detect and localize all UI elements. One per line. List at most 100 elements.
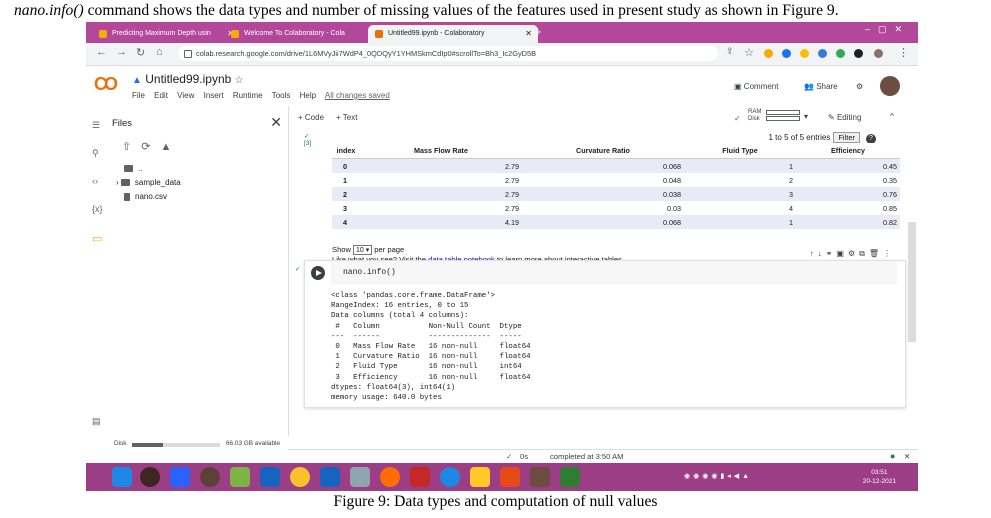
app-icon[interactable] bbox=[170, 467, 190, 487]
tab-untitled99[interactable]: Untitled99.ipynb - Colaboratory ✕ bbox=[368, 25, 538, 43]
file-item-nano-csv[interactable]: nano.csv bbox=[124, 192, 167, 201]
chevron-up-icon[interactable]: ^ bbox=[890, 112, 894, 121]
refresh-folder-icon[interactable]: ⟳ bbox=[141, 141, 160, 153]
system-tray-icons[interactable]: ◉◉◉◉▮◂◀▲ bbox=[684, 472, 752, 480]
terminal-icon[interactable]: ▤ bbox=[92, 416, 101, 427]
puzzle-icon[interactable] bbox=[854, 49, 863, 58]
new-tab-button[interactable]: + bbox=[534, 24, 542, 39]
app-icon[interactable] bbox=[230, 467, 250, 487]
forward-arrow-icon[interactable]: → bbox=[116, 46, 127, 58]
arrow-down-icon[interactable]: ↓ bbox=[818, 249, 826, 258]
extension-icon[interactable] bbox=[818, 49, 827, 58]
avatar[interactable] bbox=[880, 76, 900, 96]
col-header[interactable]: Fluid Type bbox=[684, 143, 796, 159]
menu-help[interactable]: Help bbox=[300, 91, 316, 100]
share-button[interactable]: 👥 Share bbox=[804, 82, 838, 91]
colab-favicon-icon bbox=[375, 30, 383, 38]
menu-edit[interactable]: Edit bbox=[154, 91, 168, 100]
tab-predicting[interactable]: Predicting Maximum Depth usin ✕ bbox=[92, 25, 240, 43]
back-arrow-icon[interactable]: ← bbox=[96, 46, 107, 58]
gear-icon[interactable]: ⚙ bbox=[856, 82, 863, 91]
url-bar[interactable]: colab.research.google.com/drive/1L6MVyJi… bbox=[178, 46, 718, 61]
caption-text: command shows the data types and number … bbox=[83, 2, 839, 19]
col-header[interactable]: Efficiency bbox=[796, 143, 900, 159]
excel-icon[interactable] bbox=[560, 467, 580, 487]
code-editor[interactable]: nano.info() bbox=[331, 261, 897, 285]
extension-icon[interactable] bbox=[836, 49, 845, 58]
mirror-icon[interactable]: ⧉ bbox=[859, 249, 869, 258]
home-icon[interactable]: ⌂ bbox=[156, 46, 163, 58]
gear-icon[interactable]: ⚙ bbox=[848, 249, 859, 258]
extension-icon[interactable] bbox=[782, 49, 791, 58]
trash-icon[interactable]: 🗑 bbox=[869, 249, 883, 258]
hp-icon[interactable] bbox=[200, 467, 220, 487]
add-code-button[interactable]: + Code bbox=[298, 113, 324, 122]
app-icon[interactable] bbox=[440, 467, 460, 487]
upload-icon[interactable]: ⇧ bbox=[122, 141, 141, 153]
firefox-icon[interactable] bbox=[380, 467, 400, 487]
variables-icon[interactable]: {x} bbox=[92, 204, 103, 214]
more-vert-icon[interactable]: ⋮ bbox=[883, 249, 895, 258]
arrow-up-icon[interactable]: ↑ bbox=[810, 249, 818, 258]
close-icon[interactable]: ✕ bbox=[904, 452, 910, 461]
chevron-down-icon[interactable]: ▾ bbox=[804, 112, 808, 121]
search-icon[interactable]: ⚲ bbox=[92, 148, 99, 159]
col-header[interactable]: Curvature Ratio bbox=[522, 143, 684, 159]
extension-icon[interactable] bbox=[764, 49, 773, 58]
colab-header: CO ▲ Untitled99.ipynb ☆ File Edit View I… bbox=[86, 66, 918, 106]
star-icon[interactable]: ☆ bbox=[744, 46, 754, 59]
close-icon[interactable]: ✕ bbox=[270, 114, 282, 131]
app-icon[interactable] bbox=[350, 467, 370, 487]
scrollbar[interactable] bbox=[908, 222, 916, 342]
comment-icon: ▣ bbox=[734, 82, 742, 91]
chrome-icon[interactable] bbox=[290, 467, 310, 487]
file-item-sample-data[interactable]: › sample_data bbox=[116, 178, 181, 187]
window-controls[interactable]: –▢✕ bbox=[865, 24, 910, 35]
app-icon[interactable] bbox=[410, 467, 430, 487]
app-icon[interactable] bbox=[530, 467, 550, 487]
colab-logo[interactable]: CO bbox=[94, 74, 118, 95]
save-status-link[interactable]: All changes saved bbox=[325, 91, 390, 100]
col-header[interactable]: index bbox=[332, 143, 360, 159]
more-vert-icon[interactable]: ⋮ bbox=[898, 46, 909, 59]
add-text-button[interactable]: + Text bbox=[336, 113, 357, 122]
file-item-parent[interactable]: .. bbox=[124, 164, 142, 173]
clock[interactable]: 03:51 20-12-2021 bbox=[863, 468, 896, 486]
table-row: 1 2.79 0.048 2 0.35 bbox=[343, 175, 897, 185]
drive-mount-icon[interactable]: ▲ bbox=[160, 141, 181, 153]
menu-file[interactable]: File bbox=[132, 91, 145, 100]
notebook-title[interactable]: ▲ Untitled99.ipynb ☆ bbox=[132, 72, 244, 86]
powerpoint-icon[interactable] bbox=[500, 467, 520, 487]
menu-view[interactable]: View bbox=[177, 91, 194, 100]
reload-icon[interactable]: ↻ bbox=[136, 46, 145, 59]
page-size-select[interactable]: 10 ▾ bbox=[353, 245, 373, 255]
share-page-icon[interactable]: ⇪ bbox=[726, 46, 734, 57]
ie-icon[interactable] bbox=[112, 467, 132, 487]
menu-tools[interactable]: Tools bbox=[272, 91, 291, 100]
link-icon[interactable]: ⚭ bbox=[826, 249, 837, 258]
col-header[interactable]: Mass Flow Rate bbox=[360, 143, 522, 159]
folder-icon[interactable]: ▭ bbox=[92, 232, 102, 245]
toc-icon[interactable]: ☰ bbox=[92, 120, 100, 131]
menu-insert[interactable]: Insert bbox=[204, 91, 224, 100]
app-icon[interactable] bbox=[140, 467, 160, 487]
comment-icon[interactable]: ▣ bbox=[836, 249, 848, 258]
resources-indicator[interactable]: RAM Disk bbox=[748, 109, 761, 123]
word-icon[interactable] bbox=[320, 467, 340, 487]
editing-mode[interactable]: ✎ Editing bbox=[828, 113, 861, 122]
tab-label: Welcome To Colaboratory - Cola bbox=[244, 30, 345, 37]
status-bar: ✓ 0s completed at 3:50 AM ● ✕ bbox=[288, 449, 918, 464]
run-button[interactable] bbox=[311, 266, 325, 280]
tab-label: Untitled99.ipynb - Colaboratory bbox=[388, 30, 485, 37]
folder-icon[interactable] bbox=[470, 467, 490, 487]
menu-runtime[interactable]: Runtime bbox=[233, 91, 263, 100]
app-icon[interactable] bbox=[260, 467, 280, 487]
close-icon[interactable]: ✕ bbox=[525, 25, 532, 43]
star-icon[interactable]: ☆ bbox=[235, 75, 244, 86]
profile-icon[interactable] bbox=[874, 49, 883, 58]
filter-button[interactable]: Filter bbox=[833, 132, 860, 143]
comment-button[interactable]: ▣ Comment bbox=[734, 82, 778, 91]
tab-welcome[interactable]: Welcome To Colaboratory - Cola ✕ bbox=[224, 25, 384, 43]
code-snippets-icon[interactable]: ‹› bbox=[92, 176, 98, 186]
extension-icon[interactable] bbox=[800, 49, 809, 58]
